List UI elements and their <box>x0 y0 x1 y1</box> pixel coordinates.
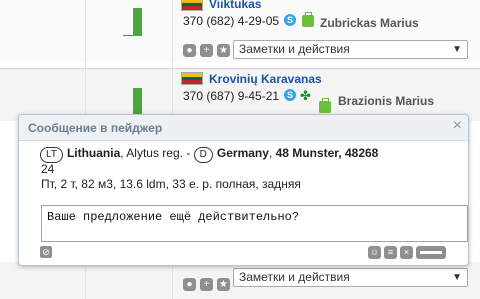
destination-country: Germany <box>216 146 269 160</box>
skype-icon[interactable]: S <box>284 89 296 101</box>
phone-number: 370 (687) 9-45-21 <box>183 89 280 103</box>
destination-country-badge: D <box>193 147 213 163</box>
lithuania-flag-icon <box>181 0 203 11</box>
close-icon[interactable]: × <box>453 117 462 135</box>
eye-icon[interactable]: ● <box>183 44 196 57</box>
list-icon[interactable]: ≡ <box>384 246 397 259</box>
origin-country: Lithuania <box>66 146 121 160</box>
notes-actions-dropdown[interactable]: Заметки и действия ▼ <box>233 268 468 287</box>
lithuania-flag-icon <box>181 72 203 85</box>
chevron-down-icon: ▼ <box>452 44 462 55</box>
route-summary: LT Lithuania, Alytus reg. - D Germany, 48 … <box>40 146 378 163</box>
briefcase-icon[interactable] <box>302 12 314 27</box>
notes-actions-label: Заметки и действия <box>239 270 350 284</box>
send-button[interactable] <box>416 246 446 259</box>
phone-number: 370 (682) 4-29-05 <box>183 14 280 28</box>
delete-icon[interactable]: × <box>400 246 413 259</box>
chevron-down-icon: ▼ <box>452 272 462 283</box>
plus-icon[interactable]: + <box>200 44 213 57</box>
notes-actions-label: Заметки и действия <box>239 42 350 56</box>
contact-person[interactable]: Zubrickas Marius <box>320 16 419 30</box>
pager-message-popup: Сообщение в пейджер × LT Lithuania, Alytu… <box>18 114 469 266</box>
rating-bar <box>133 88 142 116</box>
company-link[interactable]: Krovinių Karavanas <box>209 72 322 86</box>
attachment-icon[interactable]: ⊘ <box>40 246 52 258</box>
load-count: 24 <box>41 162 55 176</box>
popup-title: Сообщение в пейджер <box>28 121 163 135</box>
load-details: Пт, 2 т, 82 м3, 13.6 ldm, 33 е. р. полна… <box>41 177 301 191</box>
notes-actions-dropdown[interactable]: Заметки и действия ▼ <box>233 40 468 59</box>
message-input[interactable]: Ваше предложение ещё действительно? <box>41 205 468 242</box>
origin-region: Alytus reg. - <box>126 146 191 160</box>
origin-country-badge: LT <box>40 147 63 163</box>
destination-place: 48 Munster, 48268 <box>275 146 379 160</box>
star-icon[interactable]: ★ <box>217 278 230 291</box>
smiley-icon[interactable]: ☺ <box>368 246 381 259</box>
plus-icon[interactable]: + <box>200 278 213 291</box>
skype-icon[interactable]: S <box>284 14 296 26</box>
company-link[interactable]: Viiktukas <box>209 0 261 11</box>
clover-icon: ✤ <box>300 88 311 103</box>
eye-icon[interactable]: ● <box>183 278 196 291</box>
star-icon[interactable]: ★ <box>217 44 230 57</box>
contact-person[interactable]: Brazionis Marius <box>338 94 434 108</box>
popup-header: Сообщение в пейджер × <box>19 115 468 141</box>
rating-bar <box>133 8 142 36</box>
row-separator <box>0 69 480 70</box>
briefcase-icon[interactable] <box>319 98 331 113</box>
rating-baseline <box>123 35 135 36</box>
